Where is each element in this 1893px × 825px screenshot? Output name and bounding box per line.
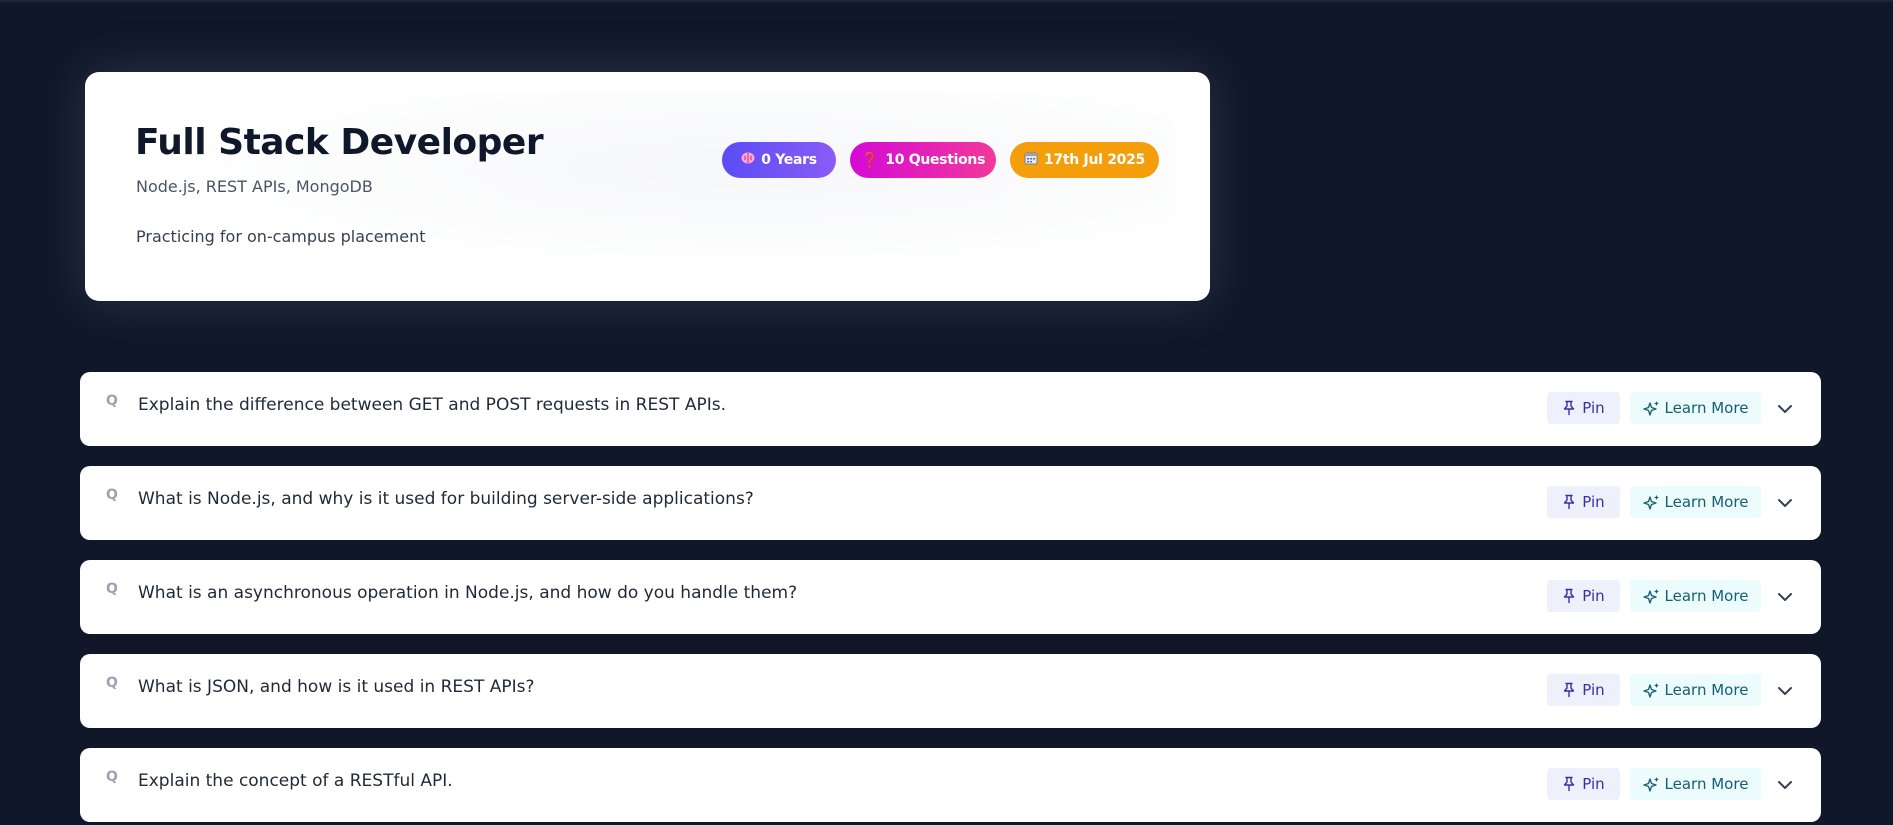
chevron-down-icon[interactable] bbox=[1774, 586, 1796, 608]
question-marker: Q bbox=[106, 393, 118, 409]
pin-icon bbox=[1564, 776, 1575, 792]
learn-more-button[interactable]: Learn More bbox=[1630, 674, 1761, 706]
learn-more-label: Learn More bbox=[1664, 493, 1749, 511]
pin-button-label: Pin bbox=[1582, 681, 1605, 699]
pin-button[interactable]: Pin bbox=[1547, 392, 1620, 424]
chevron-down-icon[interactable] bbox=[1774, 774, 1796, 796]
calendar-icon bbox=[1024, 151, 1038, 169]
learn-more-label: Learn More bbox=[1664, 681, 1749, 699]
learn-more-button[interactable]: Learn More bbox=[1630, 486, 1761, 518]
pin-icon bbox=[1564, 588, 1575, 604]
pin-button-label: Pin bbox=[1582, 775, 1605, 793]
question-card[interactable]: Q What is Node.js, and why is it used for… bbox=[80, 466, 1821, 540]
questions-badge: ❓ 10 Questions bbox=[850, 142, 996, 178]
question-card[interactable]: Q Explain the concept of a RESTful API. Pi… bbox=[80, 748, 1821, 822]
pin-icon bbox=[1564, 494, 1575, 510]
topics-to-focus: Node.js, REST APIs, MongoDB bbox=[136, 177, 373, 196]
chevron-down-icon[interactable] bbox=[1774, 398, 1796, 420]
date-badge: 17th Jul 2025 bbox=[1010, 142, 1159, 178]
learn-more-button[interactable]: Learn More bbox=[1630, 768, 1761, 800]
question-text: Explain the concept of a RESTful API. bbox=[138, 771, 453, 791]
chevron-down-icon[interactable] bbox=[1774, 680, 1796, 702]
learn-more-label: Learn More bbox=[1664, 587, 1749, 605]
session-description: Practicing for on-campus placement bbox=[136, 227, 426, 246]
chevron-down-icon[interactable] bbox=[1774, 492, 1796, 514]
questions-badge-label: 10 Questions bbox=[885, 152, 986, 168]
question-marker: Q bbox=[106, 487, 118, 503]
pin-button-label: Pin bbox=[1582, 587, 1605, 605]
pin-button[interactable]: Pin bbox=[1547, 674, 1620, 706]
date-badge-label: 17th Jul 2025 bbox=[1044, 152, 1145, 168]
question-card[interactable]: Q What is JSON, and how is it used in RES… bbox=[80, 654, 1821, 728]
sparkles-icon bbox=[1642, 776, 1659, 792]
pin-button[interactable]: Pin bbox=[1547, 486, 1620, 518]
pin-button[interactable]: Pin bbox=[1547, 768, 1620, 800]
pin-icon bbox=[1564, 400, 1575, 416]
brain-icon bbox=[741, 152, 755, 168]
question-card[interactable]: Q What is an asynchronous operation in No… bbox=[80, 560, 1821, 634]
pin-button[interactable]: Pin bbox=[1547, 580, 1620, 612]
sparkles-icon bbox=[1642, 588, 1659, 604]
page-title: Full Stack Developer bbox=[135, 122, 544, 163]
learn-more-button[interactable]: Learn More bbox=[1630, 580, 1761, 612]
experience-badge-label: 0 Years bbox=[761, 152, 817, 168]
learn-more-label: Learn More bbox=[1664, 399, 1749, 417]
question-card[interactable]: Q Explain the difference between GET and … bbox=[80, 372, 1821, 446]
sparkles-icon bbox=[1642, 400, 1659, 416]
question-marker: Q bbox=[106, 769, 118, 785]
pin-button-label: Pin bbox=[1582, 493, 1605, 511]
experience-badge: 0 Years bbox=[722, 142, 836, 178]
top-border bbox=[0, 0, 1893, 2]
pin-button-label: Pin bbox=[1582, 399, 1605, 417]
question-marker: Q bbox=[106, 581, 118, 597]
question-text: Explain the difference between GET and P… bbox=[138, 395, 726, 415]
pin-icon bbox=[1564, 682, 1575, 698]
session-header-card: Full Stack Developer Node.js, REST APIs,… bbox=[85, 72, 1210, 301]
sparkles-icon bbox=[1642, 682, 1659, 698]
question-text: What is an asynchronous operation in Nod… bbox=[138, 583, 798, 603]
question-text: What is JSON, and how is it used in REST… bbox=[138, 677, 535, 697]
sparkles-icon bbox=[1642, 494, 1659, 510]
question-marker: Q bbox=[106, 675, 118, 691]
learn-more-button[interactable]: Learn More bbox=[1630, 392, 1761, 424]
question-text: What is Node.js, and why is it used for … bbox=[138, 489, 754, 509]
question-mark-icon: ❓ bbox=[860, 151, 880, 169]
learn-more-label: Learn More bbox=[1664, 775, 1749, 793]
